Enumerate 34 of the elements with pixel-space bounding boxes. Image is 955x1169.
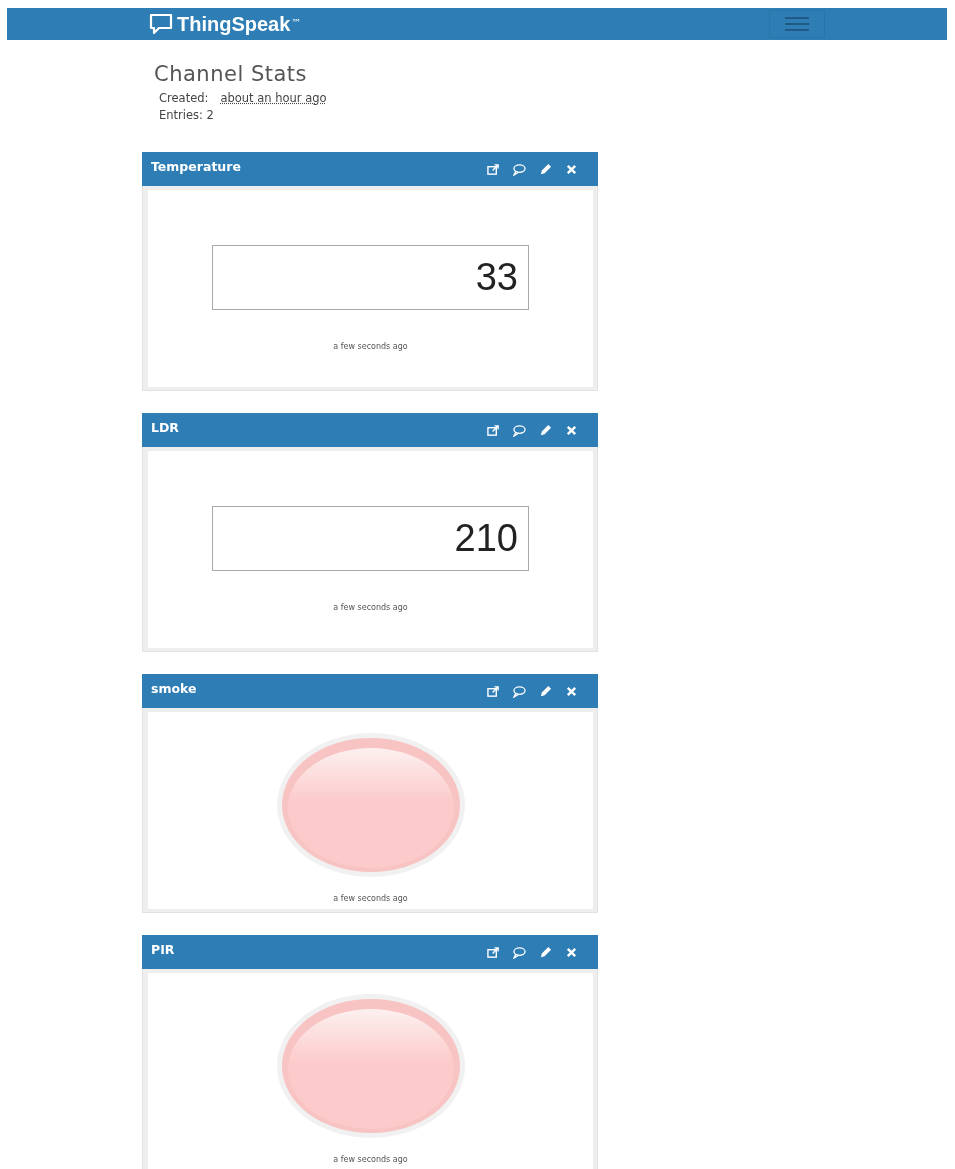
close-icon[interactable] <box>565 162 578 176</box>
created-label: Created: <box>159 91 209 105</box>
update-time: a few seconds ago <box>333 342 408 351</box>
numeric-display: 33 <box>212 245 529 310</box>
menu-icon <box>785 17 809 31</box>
popout-icon[interactable] <box>487 684 500 698</box>
widget-title: Temperature <box>151 158 241 174</box>
update-time: a few seconds ago <box>333 894 408 903</box>
widget-title: smoke <box>151 680 197 696</box>
update-time: a few seconds ago <box>333 603 408 612</box>
close-icon[interactable] <box>565 423 578 437</box>
entries-count: Entries: 2 <box>159 108 214 122</box>
comment-icon[interactable] <box>513 162 526 176</box>
brand-link[interactable]: ThingSpeak <box>177 12 291 36</box>
close-icon[interactable] <box>565 945 578 959</box>
pencil-icon[interactable] <box>539 423 552 437</box>
widget-title: LDR <box>151 419 179 435</box>
comment-icon[interactable] <box>513 423 526 437</box>
close-icon[interactable] <box>565 684 578 698</box>
update-time: a few seconds ago <box>333 1155 408 1164</box>
comment-icon[interactable] <box>513 945 526 959</box>
pencil-icon[interactable] <box>539 684 552 698</box>
numeric-display: 210 <box>212 506 529 571</box>
widget-title: PIR <box>151 941 175 957</box>
trademark-mark: ™ <box>291 16 302 28</box>
popout-icon[interactable] <box>487 423 500 437</box>
pencil-icon[interactable] <box>539 162 552 176</box>
pencil-icon[interactable] <box>539 945 552 959</box>
speech-bubble-icon <box>149 13 173 35</box>
popout-icon[interactable] <box>487 162 500 176</box>
popout-icon[interactable] <box>487 945 500 959</box>
page-title: Channel Stats <box>154 62 308 86</box>
comment-icon[interactable] <box>513 684 526 698</box>
created-value: about an hour ago <box>220 91 327 105</box>
